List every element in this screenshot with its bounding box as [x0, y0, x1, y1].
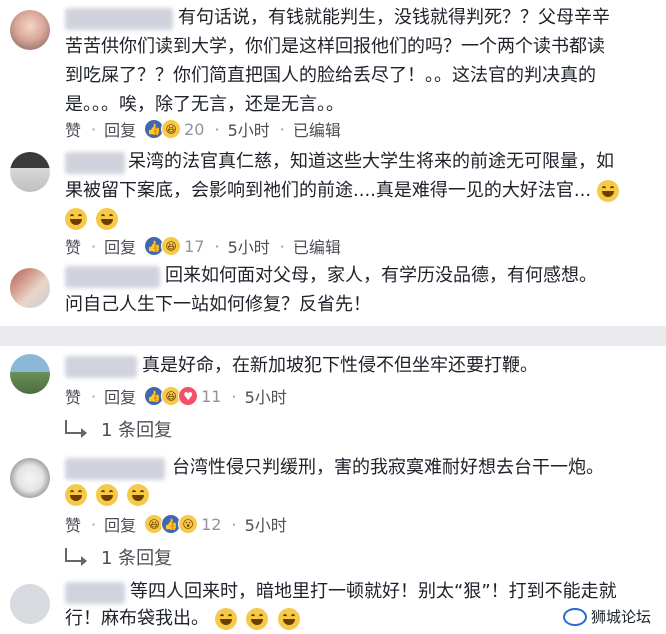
- comment-1: 有句话说，有钱就能判生，没钱就得判死？？父母辛辛 苦苦供你们读到大学，你们是这样…: [0, 0, 666, 140]
- love-reaction-icon: ♥: [178, 386, 199, 406]
- grinning-emoji-icon: [65, 484, 87, 506]
- edited-label[interactable]: 已编辑: [293, 234, 341, 258]
- reactions[interactable]: 👍 😆: [144, 119, 182, 139]
- smiling-emoji-icon: [127, 484, 150, 506]
- separator-dot: ·: [91, 514, 97, 534]
- timestamp[interactable]: 5小时: [245, 384, 287, 408]
- comment-text-line: 果被留下案底，会影响到祂们的前途....真是难得一见的大好法官...: [65, 177, 623, 205]
- commenter-name[interactable]: [65, 266, 160, 288]
- commenter-name[interactable]: [65, 356, 137, 378]
- section-divider: [0, 326, 666, 346]
- smiling-emoji-icon: [96, 484, 119, 506]
- comment-text-line: 到吃屎了？？你们简直把国人的脸给丢尽了！。。这法官的判决真的: [65, 65, 596, 86]
- separator-dot: ·: [214, 119, 220, 139]
- comment-text: 行！麻布袋我出。: [65, 608, 209, 629]
- like-button[interactable]: 赞: [65, 117, 81, 141]
- comment-4: 真是好命，在新加坡犯下性侵不但坐牢还要打鞭。 赞 · 回复 👍 😆 ♥ 11 ·…: [0, 346, 666, 446]
- avatar[interactable]: [10, 10, 50, 50]
- like-button[interactable]: 赞: [65, 234, 81, 258]
- forum-logo-icon: [562, 607, 587, 626]
- reply-arrow-icon: [65, 420, 87, 438]
- separator-dot: ·: [231, 514, 237, 534]
- separator-dot: ·: [91, 236, 97, 256]
- view-replies[interactable]: 1 条回复: [65, 544, 172, 570]
- reactions[interactable]: 👍 😆: [144, 236, 182, 256]
- timestamp[interactable]: 5小时: [228, 234, 270, 258]
- separator-dot: ·: [214, 236, 220, 256]
- comment-text-line: 台湾性侵只判缓刑，害的我寂寞难耐好想去台干一炮。: [172, 457, 604, 478]
- grinning-emoji-icon: [278, 608, 301, 630]
- comment-5: 台湾性侵只判缓刑，害的我寂寞难耐好想去台干一炮。 赞 · 回复 😆 👍 😮 12…: [0, 448, 666, 572]
- reply-button[interactable]: 回复: [104, 384, 136, 408]
- timestamp[interactable]: 5小时: [228, 117, 270, 141]
- comment-text-line: 行！麻布袋我出。: [65, 605, 304, 633]
- comment-actions: 赞 · 回复 👍 😆 17 · 5小时 · 已编辑: [65, 234, 349, 258]
- avatar[interactable]: [10, 268, 50, 308]
- comment-3: 回来如何面对父母，家人，有学历没品德，有何感想。 问自己人生下一站如何修复？反省…: [0, 262, 666, 332]
- comment-text-line: 等四人回来时，暗地里打一顿就好！别太“狠”！打到不能走就: [130, 581, 617, 602]
- separator-dot: ·: [231, 386, 237, 406]
- watermark-text: 狮城论坛: [590, 608, 651, 626]
- separator-dot: ·: [279, 119, 285, 139]
- comment-actions: 赞 · 回复 😆 👍 😮 12 · 5小时: [65, 512, 295, 536]
- separator-dot: ·: [279, 236, 285, 256]
- reactions[interactable]: 👍 😆 ♥: [144, 386, 199, 406]
- avatar[interactable]: [10, 458, 50, 498]
- grinning-emoji-icon: [96, 208, 119, 230]
- haha-reaction-icon: 😆: [161, 119, 182, 139]
- separator-dot: ·: [91, 386, 97, 406]
- replies-count[interactable]: 1 条回复: [101, 416, 172, 442]
- grinning-emoji-icon: [246, 608, 269, 630]
- emoji-row: [65, 484, 153, 506]
- comment-text-line: 有句话说，有钱就能判生，没钱就得判死？？父母辛辛: [178, 7, 610, 28]
- grinning-emoji-icon: [65, 208, 87, 230]
- emoji-row: [65, 208, 122, 230]
- wow-reaction-icon: 😮: [178, 514, 199, 534]
- reply-button[interactable]: 回复: [104, 234, 136, 258]
- reply-arrow-icon: [65, 548, 87, 566]
- comment-text-line: 是。。。唉，除了无言，还是无言。。: [65, 94, 344, 115]
- avatar[interactable]: [10, 354, 50, 394]
- separator-dot: ·: [91, 119, 97, 139]
- comment-text-line: 真是好命，在新加坡犯下性侵不但坐牢还要打鞭。: [142, 355, 538, 376]
- comment-actions: 赞 · 回复 👍 😆 20 · 5小时 · 已编辑: [65, 117, 349, 141]
- reply-button[interactable]: 回复: [104, 117, 136, 141]
- avatar[interactable]: [10, 584, 50, 624]
- reaction-count: 17: [184, 236, 205, 256]
- edited-label[interactable]: 已编辑: [293, 117, 341, 141]
- reply-button[interactable]: 回复: [104, 512, 136, 536]
- reaction-count: 11: [201, 386, 222, 406]
- comment-text-line: 回来如何面对父母，家人，有学历没品德，有何感想。: [165, 265, 597, 286]
- grinning-emoji-icon: [596, 180, 619, 202]
- like-button[interactable]: 赞: [65, 384, 81, 408]
- comment-text: 果被留下案底，会影响到祂们的前途....真是难得一见的大好法官...: [65, 180, 592, 201]
- like-button[interactable]: 赞: [65, 512, 81, 536]
- comment-actions: 赞 · 回复 👍 😆 ♥ 11 · 5小时: [65, 384, 295, 408]
- comment-2: 呆湾的法官真仁慈，知道这些大学生将来的前途无可限量，如 果被留下案底，会影响到祂…: [0, 144, 666, 260]
- commenter-name[interactable]: [65, 582, 125, 604]
- watermark: 狮城论坛: [559, 605, 654, 628]
- comment-text-line: 问自己人生下一站如何修复？反省先！: [65, 294, 371, 315]
- timestamp[interactable]: 5小时: [245, 512, 287, 536]
- commenter-name[interactable]: [65, 8, 173, 30]
- comment-text-line: 苦苦供你们读到大学，你们是这样回报他们的吗？一个两个读书都读: [65, 36, 605, 57]
- replies-count[interactable]: 1 条回复: [101, 544, 172, 570]
- commenter-name[interactable]: [65, 152, 125, 174]
- view-replies[interactable]: 1 条回复: [65, 416, 172, 442]
- reactions[interactable]: 😆 👍 😮: [144, 514, 199, 534]
- haha-reaction-icon: 😆: [161, 236, 182, 256]
- comment-text-line: 呆湾的法官真仁慈，知道这些大学生将来的前途无可限量，如: [128, 151, 614, 172]
- avatar[interactable]: [10, 152, 50, 192]
- reaction-count: 12: [201, 514, 222, 534]
- commenter-name[interactable]: [65, 458, 165, 480]
- grinning-emoji-icon: [214, 608, 237, 630]
- reaction-count: 20: [184, 119, 205, 139]
